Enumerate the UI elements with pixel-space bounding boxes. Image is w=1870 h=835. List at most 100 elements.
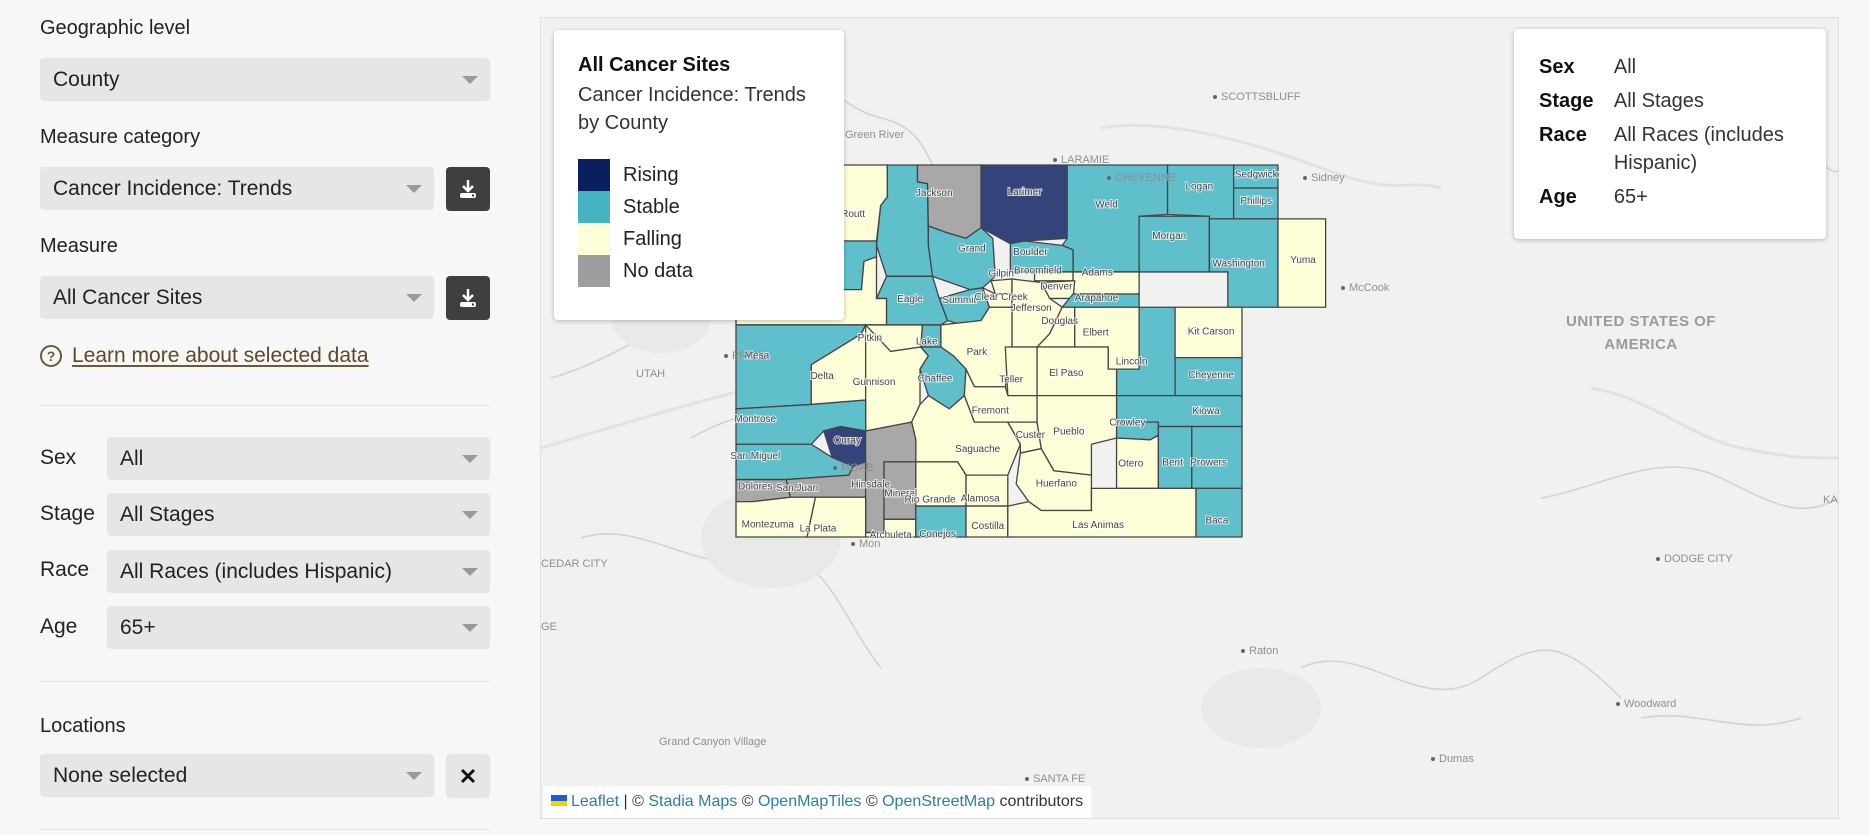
legend-subtitle: Cancer Incidence: Trends by County (578, 84, 806, 134)
attribution-text: | © (619, 793, 649, 810)
county-label: Fremont (972, 405, 1009, 416)
download-measure-category-button[interactable] (446, 167, 490, 211)
county-label: Delta (810, 371, 834, 382)
age-select[interactable]: 65+ (107, 606, 490, 649)
city-label: MOAB (833, 462, 873, 474)
county-label: Larimer (1008, 187, 1043, 198)
county-label: Lake (916, 336, 938, 347)
locations-select[interactable]: None selected (40, 754, 434, 797)
leaflet-link[interactable]: Leaflet (571, 793, 619, 810)
chevron-down-icon (406, 185, 422, 193)
county-morgan[interactable] (1138, 215, 1211, 273)
city-label: DODGE CITY (1656, 553, 1732, 565)
county-label: Las Animas (1072, 520, 1124, 531)
county-label: Elbert (1083, 328, 1109, 339)
county-baca[interactable] (1195, 487, 1243, 538)
download-icon (460, 180, 476, 198)
filter-key: Stage (1539, 90, 1594, 112)
county-teller[interactable] (1004, 346, 1038, 397)
locations-value: None selected (53, 764, 188, 787)
sex-select[interactable]: All (107, 437, 490, 480)
divider (40, 405, 490, 406)
filter-row-sex: Sex All (1539, 53, 1801, 81)
country-label: UNITED STATES OF AMERICA (1566, 313, 1716, 353)
map-legend: All Cancer Sites Cancer Incidence: Trend… (554, 30, 844, 320)
question-circle-icon: ? (40, 345, 62, 367)
county-label: Pitkin (858, 333, 882, 344)
city-label: UTAH (636, 368, 666, 380)
chevron-down-icon (462, 624, 478, 632)
county-label: San Juan (776, 483, 818, 494)
city-label: CEDAR CITY (541, 558, 608, 570)
legend-swatch (578, 159, 610, 191)
filter-key: Race (1539, 124, 1587, 146)
stadia-link[interactable]: Stadia Maps (648, 793, 737, 810)
county-label: Otero (1118, 458, 1143, 469)
county-label: Clear Creek (974, 292, 1028, 303)
county-label: Denver (1040, 282, 1073, 293)
measure-category-label: Measure category (40, 126, 201, 148)
openmaptiles-link[interactable]: OpenMapTiles (758, 793, 861, 810)
county-label: Ouray (834, 435, 861, 446)
city-label: GE (541, 621, 557, 633)
city-label: Green River (845, 129, 905, 141)
city-label: KANSAS (1823, 494, 1838, 506)
chevron-down-icon (462, 568, 478, 576)
geographic-level-value: County (53, 68, 120, 91)
city-label: Grand Canyon Village (659, 736, 767, 748)
race-select[interactable]: All Races (includes Hispanic) (107, 550, 490, 593)
legend-swatch (578, 223, 610, 255)
chevron-down-icon (462, 511, 478, 519)
county-label: Kit Carson (1188, 327, 1235, 338)
city-label: Dumas (1431, 753, 1474, 765)
legend-swatch (578, 255, 610, 287)
download-measure-button[interactable] (446, 276, 490, 320)
county-label: Saguache (955, 444, 1000, 455)
chevron-down-icon (462, 76, 478, 84)
county-label: Alamosa (961, 494, 1000, 505)
close-icon (460, 768, 476, 784)
county-label: Arapahoe (1075, 293, 1119, 304)
county-label: Teller (999, 374, 1024, 385)
measure-category-value: Cancer Incidence: Trends (53, 177, 293, 200)
legend-item-rising: Rising (578, 159, 820, 191)
county-label: Grand (958, 244, 986, 255)
county-label: Baca (1206, 516, 1229, 527)
county-label: Jackson (916, 188, 953, 199)
filter-row-race: Race All Races (includes Hispanic) (1539, 121, 1801, 177)
county-label: Douglas (1041, 316, 1078, 327)
map-attribution: Leaflet | © Stadia Maps © OpenMapTiles ©… (543, 786, 1092, 818)
map-panel[interactable]: MoffatRouttJacksonLarimerWeldLoganSedgwi… (540, 17, 1839, 819)
legend-label: Falling (623, 227, 682, 250)
county-label: Montrose (734, 414, 776, 425)
measure-select[interactable]: All Cancer Sites (40, 276, 434, 319)
geographic-level-select[interactable]: County (40, 58, 490, 101)
legend-item-falling: Falling (578, 223, 820, 255)
county-larimer[interactable] (980, 164, 1068, 245)
attribution-text: © (861, 793, 883, 810)
chevron-down-icon (462, 455, 478, 463)
county-label: Sedgwick (1235, 169, 1279, 180)
county-label: Custer (1016, 430, 1046, 441)
age-label: Age (40, 615, 78, 638)
county-label: Eagle (897, 294, 923, 305)
clear-locations-button[interactable] (446, 754, 490, 798)
county-label: Cheyenne (1188, 370, 1234, 381)
measure-category-select[interactable]: Cancer Incidence: Trends (40, 167, 434, 210)
openstreetmap-link[interactable]: OpenStreetMap (882, 793, 995, 810)
county-label: Chaffee (918, 373, 953, 384)
chevron-down-icon (406, 772, 422, 780)
county-label: Broomfield (1014, 266, 1062, 277)
filter-value: All Stages (1613, 90, 1704, 112)
race-value: All Races (includes Hispanic) (120, 560, 392, 583)
ukraine-flag-icon (551, 795, 567, 807)
filter-value: All Races (includes Hispanic) (1613, 124, 1784, 174)
city-label: Sidney (1303, 172, 1345, 184)
county-label: Adams (1082, 267, 1113, 278)
county-label: Costilla (971, 521, 1004, 532)
county-label: Weld (1095, 199, 1118, 210)
sidebar: Geographic level County Measure category… (40, 0, 490, 835)
stage-select[interactable]: All Stages (107, 493, 490, 536)
legend-label: Rising (623, 163, 679, 186)
learn-more-link[interactable]: Learn more about selected data (72, 344, 369, 368)
